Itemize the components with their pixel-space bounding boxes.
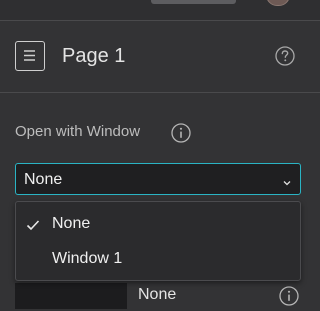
dropdown-option-none[interactable]: None [16,207,300,241]
info-circle-icon[interactable] [171,123,191,143]
option-label: Window 1 [52,250,123,267]
open-with-window-select[interactable]: None [15,163,301,195]
select-value: None [24,171,63,188]
chevron-down-icon [282,175,292,186]
page-title: Page 1 [62,45,126,67]
top-toolbar [0,0,320,21]
window-dropdown-menu: None Window 1 [15,201,301,281]
open-with-window-label: Open with Window [15,123,141,140]
dropdown-option-window-1[interactable]: Window 1 [16,242,300,276]
page-icon [15,41,45,71]
help-circle-icon[interactable] [275,46,295,66]
next-row-value: None [138,286,177,303]
toolbar-field[interactable] [151,0,236,4]
color-swatch[interactable] [15,283,127,309]
option-label: None [52,215,91,232]
info-circle-icon[interactable] [279,286,299,306]
page-header: Page 1 [0,21,320,93]
avatar[interactable] [266,0,290,6]
check-icon [26,218,40,231]
